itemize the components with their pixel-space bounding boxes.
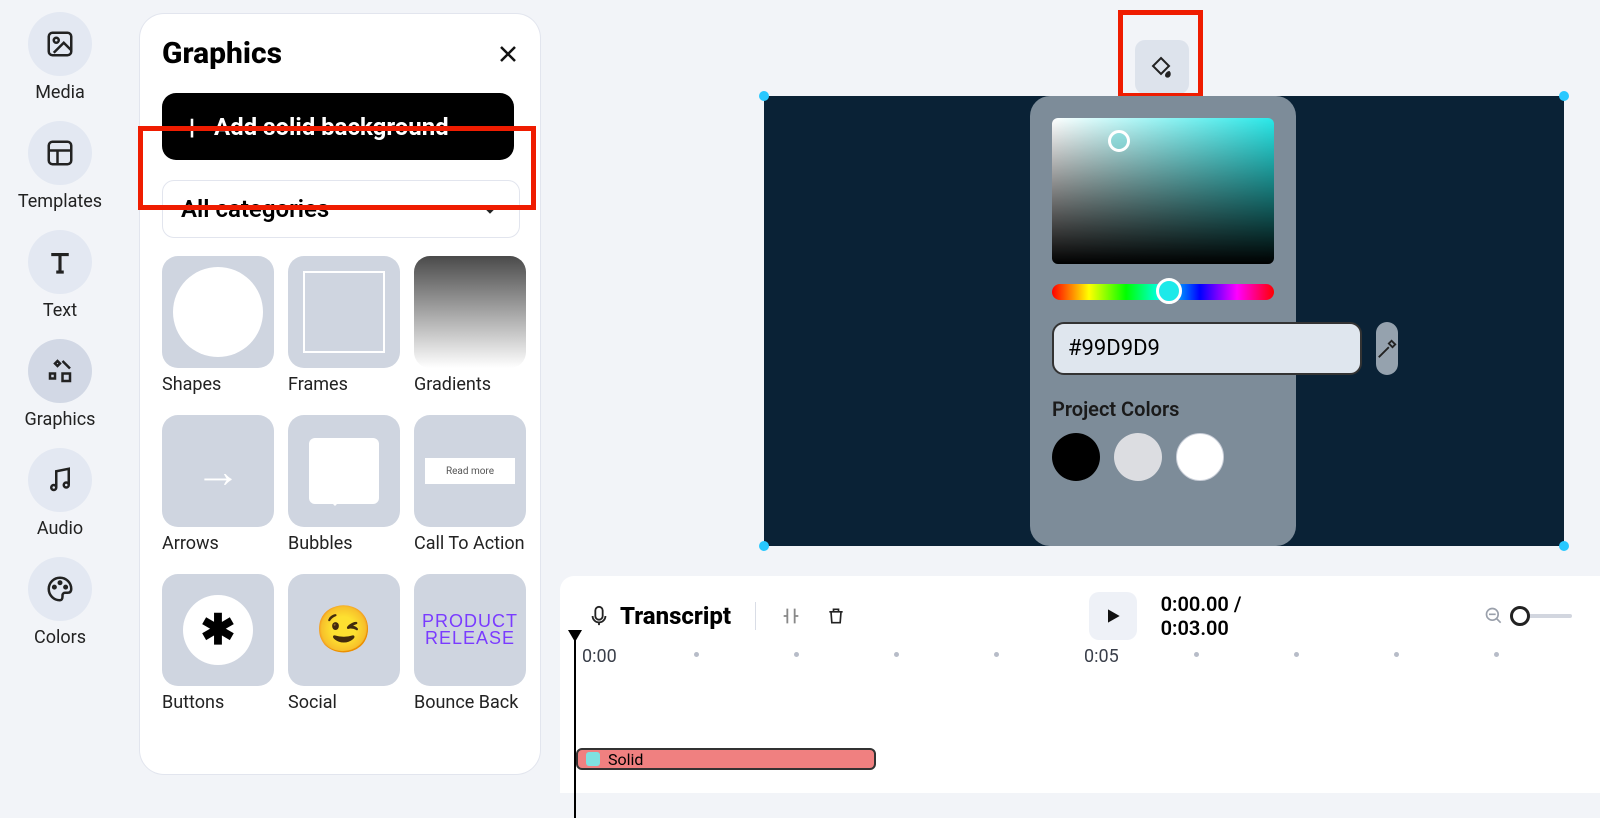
transcript-button[interactable]: Transcript xyxy=(588,602,731,630)
graphics-icon xyxy=(28,339,92,403)
zoom-control[interactable] xyxy=(1484,606,1572,626)
categories-dropdown[interactable]: All categories xyxy=(162,180,520,238)
card-bounce-back[interactable]: PRODUCT RELEASE Bounce Back xyxy=(414,574,526,713)
card-cta[interactable]: Read more Call To Action xyxy=(414,415,526,554)
zoom-out-icon xyxy=(1484,606,1504,626)
timeline-clip-solid[interactable]: Solid xyxy=(576,748,876,770)
sidebar-item-label: Audio xyxy=(37,518,83,539)
project-color-swatches xyxy=(1052,433,1274,481)
add-solid-background-button[interactable]: ＋ Add solid background xyxy=(162,93,514,160)
sidebar: Media Templates Text Graphics Audio Colo… xyxy=(0,0,120,793)
eyedropper-button[interactable] xyxy=(1376,322,1398,375)
playhead[interactable] xyxy=(574,638,576,818)
timeline-ruler[interactable]: 0:00 0:05 xyxy=(574,648,1586,674)
card-arrows[interactable]: → Arrows xyxy=(162,415,274,554)
paint-bucket-icon xyxy=(1150,55,1174,79)
project-colors-title: Project Colors xyxy=(1052,397,1274,421)
time-display: 0:00.00 / 0:03.00 xyxy=(1161,592,1242,640)
panel-title: Graphics xyxy=(162,36,282,71)
play-button[interactable] xyxy=(1089,592,1137,640)
add-bg-label: Add solid background xyxy=(214,113,449,141)
swatch[interactable] xyxy=(1114,433,1162,481)
graphics-grid: Shapes Frames Gradients → Arrows Bubbles… xyxy=(162,256,520,713)
hue-thumb[interactable] xyxy=(1156,278,1182,304)
media-icon xyxy=(28,12,92,76)
card-gradients[interactable]: Gradients xyxy=(414,256,526,395)
hex-input[interactable] xyxy=(1052,322,1362,375)
sidebar-item-label: Text xyxy=(43,300,77,321)
audio-icon xyxy=(28,448,92,512)
chevron-down-icon xyxy=(479,198,501,220)
delete-button[interactable] xyxy=(826,605,846,627)
hue-slider[interactable] xyxy=(1052,284,1274,300)
graphics-panel: Graphics ＋ Add solid background All cate… xyxy=(140,14,540,774)
saturation-area[interactable] xyxy=(1052,118,1274,264)
text-icon xyxy=(28,230,92,294)
sidebar-item-label: Colors xyxy=(34,627,86,648)
split-button[interactable] xyxy=(780,605,802,627)
card-buttons[interactable]: ✱ Buttons xyxy=(162,574,274,713)
sidebar-item-templates[interactable]: Templates xyxy=(18,121,102,212)
card-social[interactable]: 😉 Social xyxy=(288,574,400,713)
play-icon xyxy=(1103,606,1123,626)
templates-icon xyxy=(28,121,92,185)
sidebar-item-label: Templates xyxy=(18,191,102,212)
categories-label: All categories xyxy=(181,195,329,223)
swatch[interactable] xyxy=(1176,433,1224,481)
clip-color-chip xyxy=(586,752,600,766)
plus-icon: ＋ xyxy=(180,109,204,144)
swatch[interactable] xyxy=(1052,433,1100,481)
sidebar-item-graphics[interactable]: Graphics xyxy=(25,339,96,430)
sidebar-item-audio[interactable]: Audio xyxy=(28,448,92,539)
card-frames[interactable]: Frames xyxy=(288,256,400,395)
card-shapes[interactable]: Shapes xyxy=(162,256,274,395)
eyedropper-icon xyxy=(1376,338,1398,360)
saturation-cursor[interactable] xyxy=(1108,130,1130,152)
sidebar-item-label: Graphics xyxy=(25,409,96,430)
color-picker: Project Colors xyxy=(1030,96,1296,546)
sidebar-item-label: Media xyxy=(35,82,85,103)
sidebar-item-colors[interactable]: Colors xyxy=(28,557,92,648)
card-bubbles[interactable]: Bubbles xyxy=(288,415,400,554)
colors-icon xyxy=(28,557,92,621)
sidebar-item-text[interactable]: Text xyxy=(28,230,92,321)
fill-color-button[interactable] xyxy=(1135,40,1189,94)
sidebar-item-media[interactable]: Media xyxy=(28,12,92,103)
timeline: Transcript 0:00.00 / 0:03.00 0:00 xyxy=(560,576,1600,793)
close-icon[interactable] xyxy=(496,42,520,66)
transcript-icon xyxy=(588,605,610,627)
